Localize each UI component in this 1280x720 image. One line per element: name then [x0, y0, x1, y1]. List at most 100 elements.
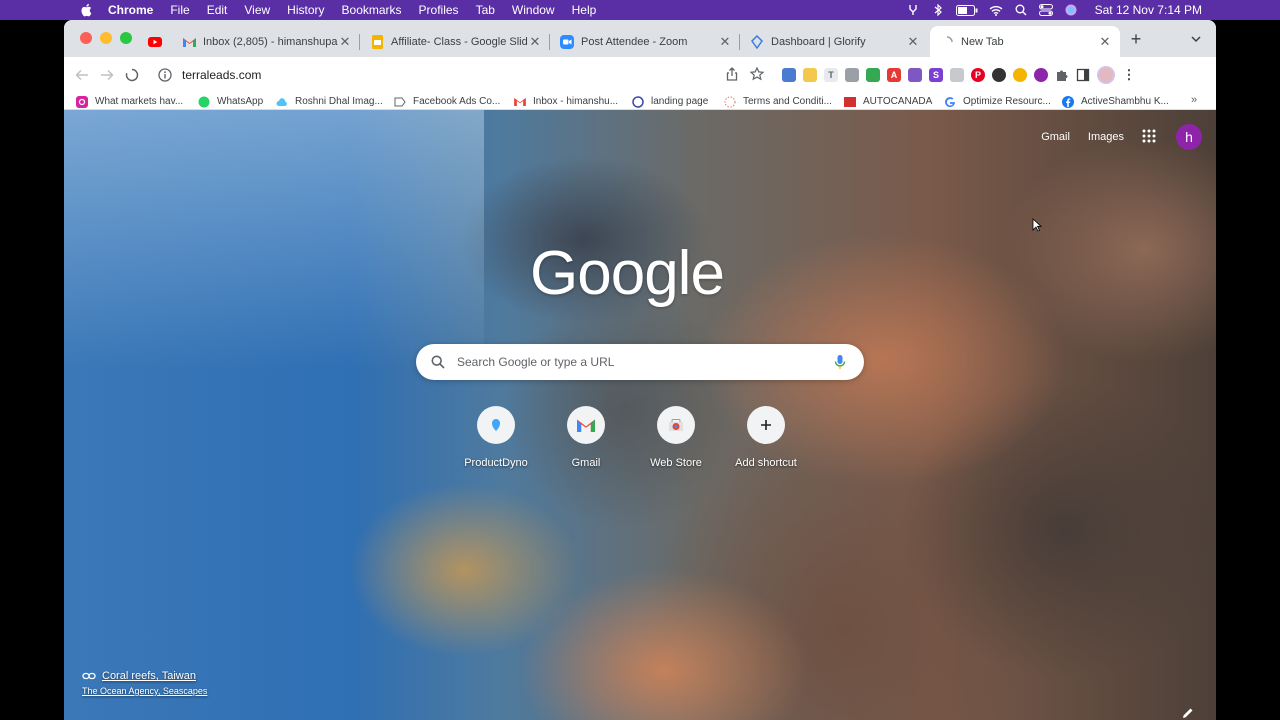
menu-bookmarks[interactable]: Bookmarks: [342, 3, 402, 17]
search-input[interactable]: [457, 355, 834, 369]
cart-extension-icon[interactable]: [866, 68, 880, 82]
google-icon: [944, 96, 956, 108]
slides-icon: [370, 34, 384, 49]
youtube-icon: [148, 35, 162, 49]
attribution-credit[interactable]: The Ocean Agency, Seascapes: [82, 686, 207, 696]
extension-icon[interactable]: [782, 68, 796, 82]
extensions-row: T A S P ⋮: [782, 57, 1136, 93]
bookmark-item[interactable]: Optimize Resourc...: [944, 93, 1051, 110]
dark-extension-icon[interactable]: [992, 68, 1006, 82]
wifi-icon[interactable]: [989, 3, 1003, 17]
forward-arrow-icon[interactable]: [99, 67, 115, 83]
share-icon[interactable]: [725, 67, 739, 81]
shortcut-tile[interactable]: ProductDyno: [464, 406, 528, 469]
close-window-button[interactable]: [80, 32, 92, 44]
shortcut-tile[interactable]: Gmail: [554, 406, 618, 469]
battery-icon[interactable]: [955, 3, 978, 17]
tab-zoom[interactable]: Post Attendee - Zoom ✕: [550, 26, 740, 57]
bookmark-item[interactable]: Facebook Ads Co...: [394, 93, 500, 110]
facebook-icon: [1062, 95, 1074, 108]
puzzle-badge-extension-icon[interactable]: [908, 68, 922, 82]
code-extension-icon[interactable]: [950, 68, 964, 82]
close-tab-icon[interactable]: ✕: [906, 34, 920, 49]
menu-profiles[interactable]: Profiles: [419, 3, 459, 17]
adblock-extension-icon[interactable]: A: [887, 68, 901, 82]
bookmark-label: ActiveShambhu K...: [1081, 96, 1169, 107]
apple-menu-icon[interactable]: [80, 3, 94, 17]
yellow-extension-icon[interactable]: [1013, 68, 1027, 82]
close-tab-icon[interactable]: ✕: [1098, 34, 1112, 49]
customize-pencil-icon[interactable]: [1182, 706, 1196, 720]
bookmark-label: AUTOCANADA: [863, 96, 933, 107]
zoom-window-button[interactable]: [120, 32, 132, 44]
bookmark-item[interactable]: WhatsApp: [198, 93, 263, 110]
dots-icon: [724, 96, 736, 108]
google-logo: Google: [530, 239, 725, 308]
menu-app-name[interactable]: Chrome: [108, 3, 153, 17]
site-info-icon[interactable]: [158, 68, 172, 82]
menu-edit[interactable]: Edit: [207, 3, 228, 17]
shortcut-tile[interactable]: Web Store: [644, 406, 708, 469]
purple-extension-icon[interactable]: [1034, 68, 1048, 82]
tab-search-chevron-icon[interactable]: [1190, 32, 1204, 46]
bookmark-item[interactable]: Terms and Conditi...: [724, 93, 832, 110]
bookmark-item[interactable]: AUTOCANADA: [844, 93, 932, 110]
images-link[interactable]: Images: [1088, 131, 1124, 143]
bookmark-item[interactable]: Inbox - himanshu...: [514, 93, 618, 110]
bookmark-item[interactable]: landing page: [632, 93, 708, 110]
address-bar[interactable]: terraleads.com: [144, 60, 774, 90]
tab-new-tab-active[interactable]: New Tab ✕: [930, 26, 1120, 57]
bookmark-star-icon[interactable]: [749, 66, 765, 81]
kebab-menu-icon[interactable]: ⋮: [1122, 67, 1136, 82]
tab-youtube[interactable]: [140, 26, 170, 57]
account-avatar[interactable]: h: [1176, 124, 1202, 150]
close-tab-icon[interactable]: ✕: [338, 34, 352, 49]
s-extension-icon[interactable]: S: [929, 68, 943, 82]
bookmark-item[interactable]: Roshni Dhal Imag...: [276, 93, 383, 110]
menu-view[interactable]: View: [244, 3, 270, 17]
tab-title: Affiliate- Class - Google Slides: [391, 35, 528, 48]
tag-icon: [394, 96, 406, 108]
bookmarks-overflow-icon[interactable]: »: [1191, 94, 1197, 106]
control-center-icon[interactable]: [1038, 3, 1053, 17]
back-arrow-icon[interactable]: [74, 67, 90, 83]
new-tab-button[interactable]: +: [1128, 30, 1144, 48]
ntp-header-links: Gmail Images h: [1041, 124, 1202, 150]
attribution-title: Coral reefs, Taiwan: [102, 670, 196, 682]
fork-icon[interactable]: [906, 3, 920, 17]
stop-loading-icon[interactable]: [124, 67, 140, 83]
add-shortcut-tile[interactable]: Add shortcut: [734, 406, 798, 469]
pencil-extension-icon[interactable]: [803, 68, 817, 82]
grey-extension-icon[interactable]: [845, 68, 859, 82]
gmail-link[interactable]: Gmail: [1041, 131, 1070, 143]
voice-search-mic-icon[interactable]: [834, 354, 848, 370]
tab-glorify[interactable]: Dashboard | Glorify ✕: [740, 26, 928, 57]
menu-file[interactable]: File: [170, 3, 189, 17]
menubar-clock[interactable]: Sat 12 Nov 7:14 PM: [1095, 3, 1202, 17]
menu-tab[interactable]: Tab: [476, 3, 495, 17]
google-apps-grid-icon[interactable]: [1142, 129, 1158, 145]
webstore-icon: [657, 406, 695, 444]
bookmarks-bar: What markets hav... WhatsApp Roshni Dhal…: [64, 93, 1216, 110]
profile-avatar-button[interactable]: [1097, 66, 1115, 84]
menu-history[interactable]: History: [287, 3, 324, 17]
tab-gmail-inbox[interactable]: Inbox (2,805) - himanshupal0 ✕: [172, 26, 360, 57]
menu-window[interactable]: Window: [512, 3, 555, 17]
text-extension-icon[interactable]: T: [824, 68, 838, 82]
extensions-puzzle-icon[interactable]: [1055, 68, 1069, 82]
tab-google-slides[interactable]: Affiliate- Class - Google Slides ✕: [360, 26, 550, 57]
attribution-title-link[interactable]: Coral reefs, Taiwan: [82, 670, 207, 682]
search-box[interactable]: [416, 344, 864, 380]
side-panel-icon[interactable]: [1076, 68, 1090, 82]
bookmark-item[interactable]: What markets hav...: [76, 93, 183, 110]
bluetooth-icon[interactable]: [931, 3, 945, 17]
bookmark-label: Roshni Dhal Imag...: [295, 96, 383, 107]
menu-help[interactable]: Help: [572, 3, 597, 17]
close-tab-icon[interactable]: ✕: [718, 34, 732, 49]
bookmark-item[interactable]: ActiveShambhu K...: [1062, 93, 1169, 110]
close-tab-icon[interactable]: ✕: [528, 34, 542, 49]
minimize-window-button[interactable]: [100, 32, 112, 44]
pinterest-icon[interactable]: P: [971, 68, 985, 82]
siri-icon[interactable]: [1064, 3, 1078, 17]
spotlight-search-icon[interactable]: [1014, 3, 1028, 17]
